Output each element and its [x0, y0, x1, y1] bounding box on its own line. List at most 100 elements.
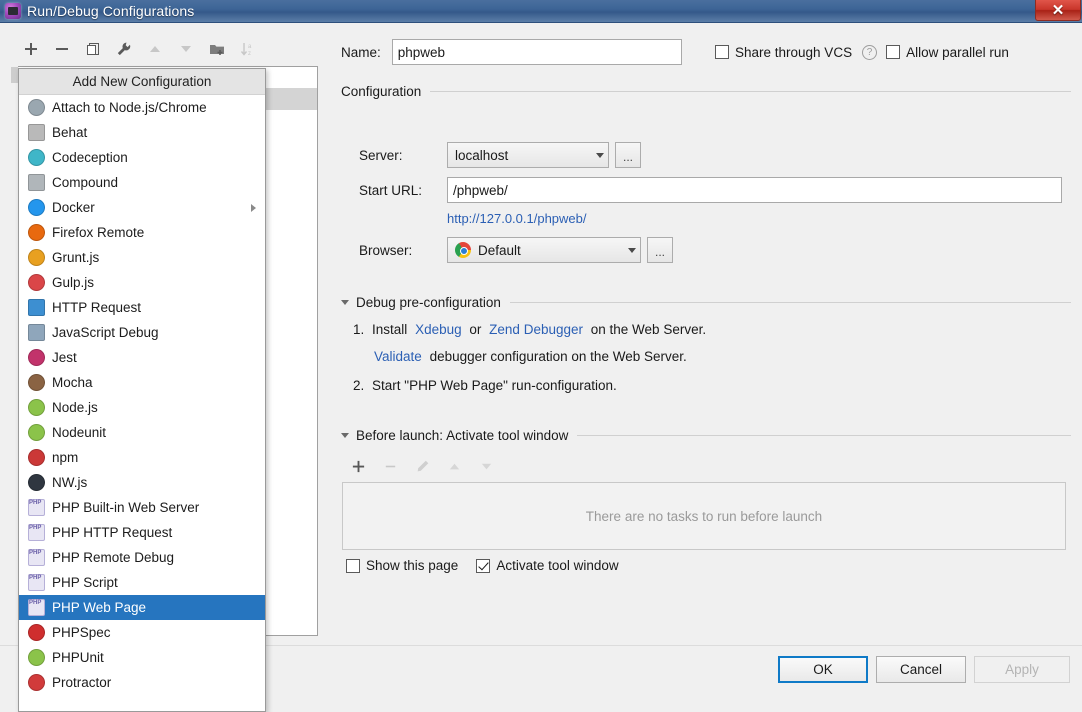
popup-item-docker[interactable]: Docker [19, 195, 265, 220]
step1-install-text: Install [372, 322, 408, 337]
popup-item-label: PHP Remote Debug [52, 549, 175, 565]
popup-item-javascript-debug[interactable]: JavaScript Debug [19, 320, 265, 345]
grunt-icon [28, 249, 45, 266]
popup-item-behat[interactable]: Behat [19, 120, 265, 145]
popup-item-php-script[interactable]: PHP PHP Script [19, 570, 265, 595]
server-label: Server: [359, 147, 403, 163]
popup-item-label: Node.js [52, 399, 98, 415]
browser-browse-button[interactable]: ... [647, 237, 673, 263]
popup-item-mocha[interactable]: Mocha [19, 370, 265, 395]
share-vcs-wrap[interactable]: Share through VCS [715, 45, 852, 60]
debug-preconfig-section-header[interactable]: Debug pre-configuration [341, 295, 1071, 310]
xdebug-link[interactable]: Xdebug [415, 322, 462, 337]
debug-validate-line: Validate debugger configuration on the W… [374, 349, 691, 364]
add-task-button[interactable] [347, 455, 369, 477]
popup-item-php-web-page[interactable]: PHP PHP Web Page [19, 595, 265, 620]
popup-item-npm[interactable]: npm [19, 445, 265, 470]
question-mark-icon[interactable]: ? [862, 44, 878, 60]
popup-item-grunt-js[interactable]: Grunt.js [19, 245, 265, 270]
chevron-down-icon [628, 247, 636, 253]
popup-item-attach-to-node-js-chrome[interactable]: Attach to Node.js/Chrome [19, 95, 265, 120]
nodejs-icon [28, 399, 45, 416]
popup-item-php-remote-debug[interactable]: PHP PHP Remote Debug [19, 545, 265, 570]
resolved-url-link[interactable]: http://127.0.0.1/phpweb/ [447, 211, 587, 226]
php-icon: PHP [28, 549, 45, 566]
popup-item-label: JavaScript Debug [52, 324, 159, 340]
activate-tool-window-checkbox[interactable]: Activate tool window [476, 558, 619, 573]
close-icon[interactable]: ✕ [1035, 0, 1081, 21]
share-vcs-checkbox[interactable]: Share through VCS ? Allow parallel run [715, 39, 1009, 65]
activate-tool-window-label: Activate tool window [496, 558, 619, 573]
sort-az-icon[interactable]: a z [235, 37, 261, 61]
popup-item-label: Protractor [52, 674, 112, 690]
share-vcs-label: Share through VCS [735, 44, 853, 60]
popup-item-jest[interactable]: Jest [19, 345, 265, 370]
popup-item-label: Firefox Remote [52, 224, 145, 240]
allow-parallel-run-label: Allow parallel run [906, 44, 1009, 60]
before-launch-title: Before launch: Activate tool window [356, 428, 569, 443]
popup-item-codeception[interactable]: Codeception [19, 145, 265, 170]
server-combobox[interactable]: localhost [447, 142, 609, 168]
name-input[interactable] [391, 39, 682, 65]
move-task-down-button[interactable] [475, 455, 497, 477]
popup-item-list[interactable]: Attach to Node.js/Chrome Behat Codeception… [19, 95, 265, 695]
pencil-icon[interactable] [411, 455, 433, 477]
tree-scrollbar-thumb[interactable] [11, 67, 18, 83]
show-this-page-checkbox[interactable]: Show this page [346, 558, 458, 573]
popup-item-phpspec[interactable]: PHPSpec [19, 620, 265, 645]
popup-item-nodeunit[interactable]: Nodeunit [19, 420, 265, 445]
popup-item-php-http-request[interactable]: PHP PHP HTTP Request [19, 520, 265, 545]
remove-configuration-button[interactable] [49, 37, 75, 61]
popup-item-phpunit[interactable]: PHPUnit [19, 645, 265, 670]
start-url-row: Start URL: [359, 177, 1062, 203]
wrench-icon[interactable] [111, 37, 137, 61]
popup-item-protractor[interactable]: Protractor [19, 670, 265, 695]
zend-debugger-link[interactable]: Zend Debugger [489, 322, 583, 337]
add-configuration-button[interactable] [18, 37, 44, 61]
javascript-debug-icon [28, 324, 45, 341]
mocha-icon [28, 374, 45, 391]
copy-configuration-button[interactable] [80, 37, 106, 61]
cancel-button[interactable]: Cancel [876, 656, 966, 683]
browser-combobox[interactable]: Default [447, 237, 641, 263]
popup-item-label: Gulp.js [52, 274, 95, 290]
popup-item-http-request[interactable]: HTTP Request [19, 295, 265, 320]
popup-item-php-built-in-web-server[interactable]: PHP PHP Built-in Web Server [19, 495, 265, 520]
popup-item-label: Codeception [52, 149, 128, 165]
move-task-up-button[interactable] [443, 455, 465, 477]
share-vcs-box[interactable] [715, 45, 729, 59]
before-launch-empty-text: There are no tasks to run before launch [585, 508, 823, 524]
validate-link[interactable]: Validate [374, 349, 422, 364]
popup-item-label: Attach to Node.js/Chrome [52, 99, 207, 115]
popup-item-label: Grunt.js [52, 249, 100, 265]
add-new-configuration-popup[interactable]: Add New Configuration Attach to Node.js/… [18, 68, 266, 712]
arrow-down-icon[interactable] [173, 37, 199, 61]
folder-add-icon[interactable] [204, 37, 230, 61]
node-attach-icon [28, 99, 45, 116]
allow-parallel-run-checkbox[interactable]: Allow parallel run [886, 45, 1009, 60]
chrome-icon [455, 242, 471, 258]
section-divider [509, 302, 1071, 303]
popup-item-node-js[interactable]: Node.js [19, 395, 265, 420]
gulp-icon [28, 274, 45, 291]
remove-task-button[interactable] [379, 455, 401, 477]
arrow-up-icon[interactable] [142, 37, 168, 61]
server-browse-button[interactable]: ... [615, 142, 641, 168]
popup-item-compound[interactable]: Compound [19, 170, 265, 195]
popup-item-gulp-js[interactable]: Gulp.js [19, 270, 265, 295]
activate-tool-window-box[interactable] [476, 558, 491, 573]
browser-label: Browser: [359, 242, 413, 258]
ok-button[interactable]: OK [778, 656, 868, 683]
popup-item-firefox-remote[interactable]: Firefox Remote [19, 220, 265, 245]
popup-item-label: HTTP Request [52, 299, 142, 315]
allow-parallel-run-box[interactable] [886, 45, 901, 59]
apply-button: Apply [974, 656, 1070, 683]
start-url-input[interactable] [447, 177, 1062, 203]
before-launch-section-header[interactable]: Before launch: Activate tool window [341, 428, 1071, 443]
show-this-page-box[interactable] [346, 558, 360, 573]
popup-item-nw-js[interactable]: NW.js [19, 470, 265, 495]
before-launch-toolbar [347, 455, 497, 477]
before-launch-tasks-list[interactable]: There are no tasks to run before launch [342, 482, 1066, 550]
debug-preconfig-title: Debug pre-configuration [356, 295, 501, 310]
chevron-down-icon [341, 433, 349, 438]
